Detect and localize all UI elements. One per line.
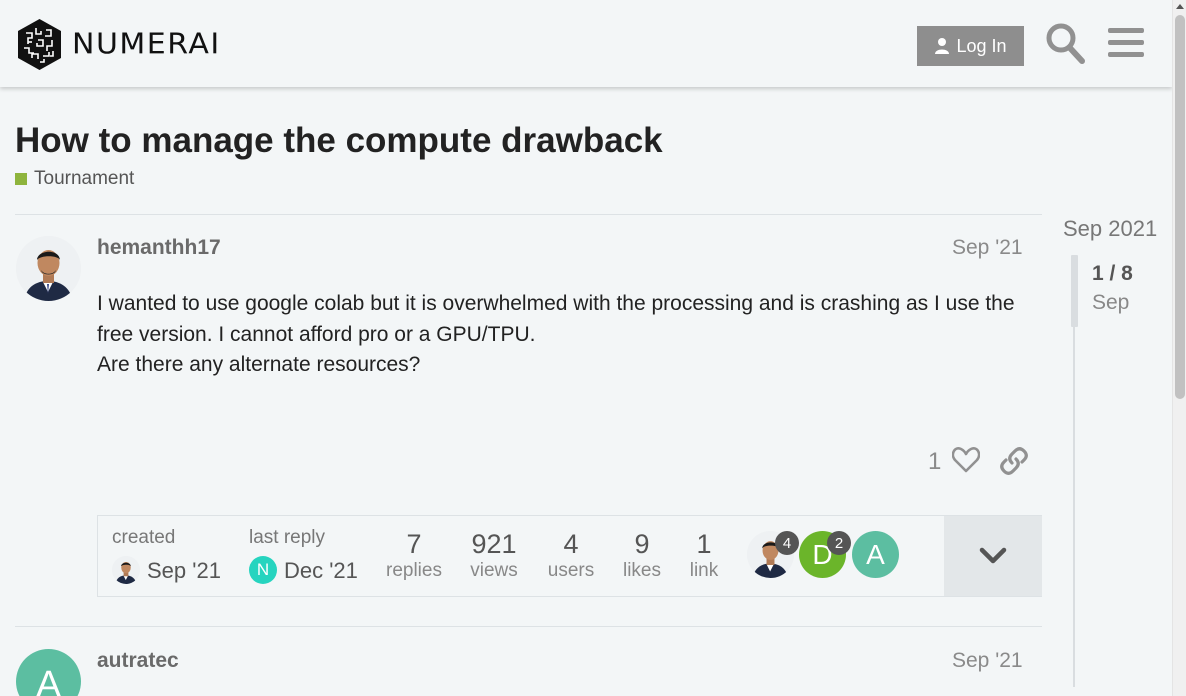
page-scrollbar[interactable]	[1172, 0, 1186, 696]
stat-views: 921 views	[462, 529, 526, 583]
last-reply-date[interactable]: Dec '21	[284, 558, 358, 584]
topic-title[interactable]: How to manage the compute drawback	[15, 121, 663, 161]
avatar-letter: A	[866, 538, 885, 570]
stat-number: 7	[406, 529, 422, 559]
login-label: Log In	[956, 35, 1007, 56]
user-photo-avatar-icon	[112, 556, 140, 584]
category-badge[interactable]: Tournament	[15, 168, 134, 190]
post-username[interactable]: hemanthh17	[97, 236, 221, 260]
user-icon	[935, 38, 950, 54]
timeline-start-date[interactable]: Sep 2021	[1063, 216, 1157, 242]
stat-label: link	[689, 560, 719, 581]
avatar[interactable]	[16, 236, 81, 301]
avatar-letter: N	[256, 560, 270, 579]
created-label: created	[112, 527, 176, 548]
post-username[interactable]: autratec	[97, 649, 179, 673]
user-photo-avatar-icon	[16, 236, 81, 301]
stat-replies: 7 replies	[382, 529, 446, 583]
last-reply-avatar[interactable]: N	[249, 556, 277, 584]
post-paragraph: I wanted to use google colab but it is o…	[97, 292, 1015, 346]
stat-users: 4 users	[539, 529, 603, 583]
scroll-up-arrow-icon[interactable]	[1176, 4, 1184, 9]
numerai-logo-icon	[18, 19, 61, 70]
participant-avatar[interactable]: A	[852, 531, 899, 578]
post-date[interactable]: Sep '21	[952, 649, 1023, 673]
last-reply-label: last reply	[249, 527, 326, 548]
topic-map-expand-button[interactable]	[944, 516, 1042, 596]
link-icon[interactable]	[1000, 447, 1028, 475]
topic-map: created Sep '21 last reply N Dec '21 7 r…	[97, 515, 1042, 597]
stat-label: likes	[622, 560, 661, 581]
category-name: Tournament	[34, 168, 135, 189]
login-button[interactable]: Log In	[917, 26, 1024, 66]
scroll-thumb[interactable]	[1175, 15, 1185, 399]
site-header: NUMERAI Log In	[0, 0, 1172, 87]
created-avatar[interactable]	[112, 556, 140, 584]
timeline-scroll-handle[interactable]	[1071, 255, 1078, 327]
heart-icon[interactable]	[952, 447, 980, 473]
timeline-current-date: Sep	[1092, 291, 1130, 314]
post-body: I wanted to use google colab but it is o…	[97, 289, 1037, 381]
search-icon[interactable]	[1045, 22, 1085, 64]
stat-number: 1	[696, 529, 712, 559]
stat-number: 4	[563, 529, 579, 559]
created-date[interactable]: Sep '21	[147, 558, 221, 584]
logo-text: NUMERAI	[72, 27, 221, 62]
post-paragraph: Are there any alternate resources?	[97, 353, 421, 376]
stat-likes: 9 likes	[611, 529, 673, 583]
timeline-track[interactable]	[1073, 327, 1075, 687]
participant-post-count: 4	[775, 531, 799, 555]
stat-links: 1 link	[679, 529, 729, 583]
post-divider	[15, 626, 1042, 627]
site-logo[interactable]: NUMERAI	[16, 18, 221, 71]
hamburger-menu-icon[interactable]	[1108, 27, 1144, 59]
timeline-position: 1 / 8	[1092, 262, 1133, 285]
post-date[interactable]: Sep '21	[952, 236, 1023, 260]
stat-label: users	[547, 560, 595, 581]
stat-number: 921	[471, 529, 517, 559]
stat-number: 9	[634, 529, 650, 559]
avatar-letter: A	[35, 664, 62, 696]
chevron-down-icon	[979, 547, 1007, 564]
participant-post-count: 2	[827, 531, 851, 555]
avatar[interactable]: A	[16, 649, 81, 696]
post-divider	[15, 214, 1042, 215]
stat-label: views	[470, 560, 518, 581]
like-count[interactable]: 1	[928, 448, 941, 476]
category-color-square	[15, 173, 27, 185]
stat-label: replies	[386, 560, 442, 581]
